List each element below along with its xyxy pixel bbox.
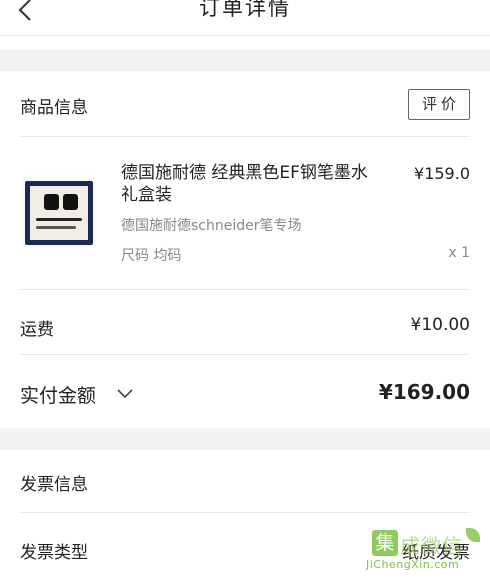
watermark-url: JiChengXin.com: [366, 558, 460, 571]
divider: [20, 136, 470, 137]
shipping-value: ¥10.00: [410, 315, 470, 335]
header-spacer: [0, 36, 490, 50]
total-label[interactable]: 实付金额: [20, 381, 96, 408]
pen-image-2: [36, 226, 76, 229]
watermark-brand: 成微信: [400, 534, 463, 558]
nav-bar: 订单详情: [0, 0, 490, 36]
goods-card: 商品信息 评价 德国施耐德 经典黑色EF钢笔墨水礼盒装 ¥159.0 德国施耐德…: [0, 71, 490, 428]
ink-bottle-right: [63, 194, 78, 210]
total-amount: ¥169.00: [378, 380, 470, 404]
order-detail-page: 订单详情 商品信息 评价 德国施耐德 经典黑色EF钢笔墨水礼盒装 ¥159.0 …: [0, 0, 490, 580]
product-thumbnail[interactable]: [23, 175, 95, 247]
product-quantity: x 1: [448, 245, 470, 261]
product-name[interactable]: 德国施耐德 经典黑色EF钢笔墨水礼盒装: [121, 162, 381, 206]
invoice-type-label: 发票类型: [20, 543, 88, 563]
ink-bottle-left: [44, 194, 59, 210]
page-title: 订单详情: [199, 0, 291, 20]
divider: [20, 289, 470, 290]
product-price: ¥159.0: [414, 164, 470, 183]
shop-name[interactable]: 德国施耐德schneider笔专场: [121, 215, 302, 235]
divider: [20, 354, 470, 355]
gift-box-insert: [30, 186, 88, 240]
goods-section-title: 商品信息: [20, 98, 88, 118]
watermark-logo: 集 成微信 JiChengXin.com: [364, 526, 482, 576]
invoice-section-title: 发票信息: [20, 475, 88, 495]
watermark-box: 集: [372, 530, 398, 556]
chevron-down-icon[interactable]: [115, 383, 135, 407]
review-button[interactable]: 评价: [408, 89, 470, 120]
gift-box-image: [25, 181, 93, 245]
divider: [20, 512, 470, 513]
product-spec: 尺码 均码: [121, 248, 182, 264]
shipping-label: 运费: [20, 320, 54, 340]
leaf-icon: [466, 528, 480, 542]
pen-image: [36, 218, 82, 221]
